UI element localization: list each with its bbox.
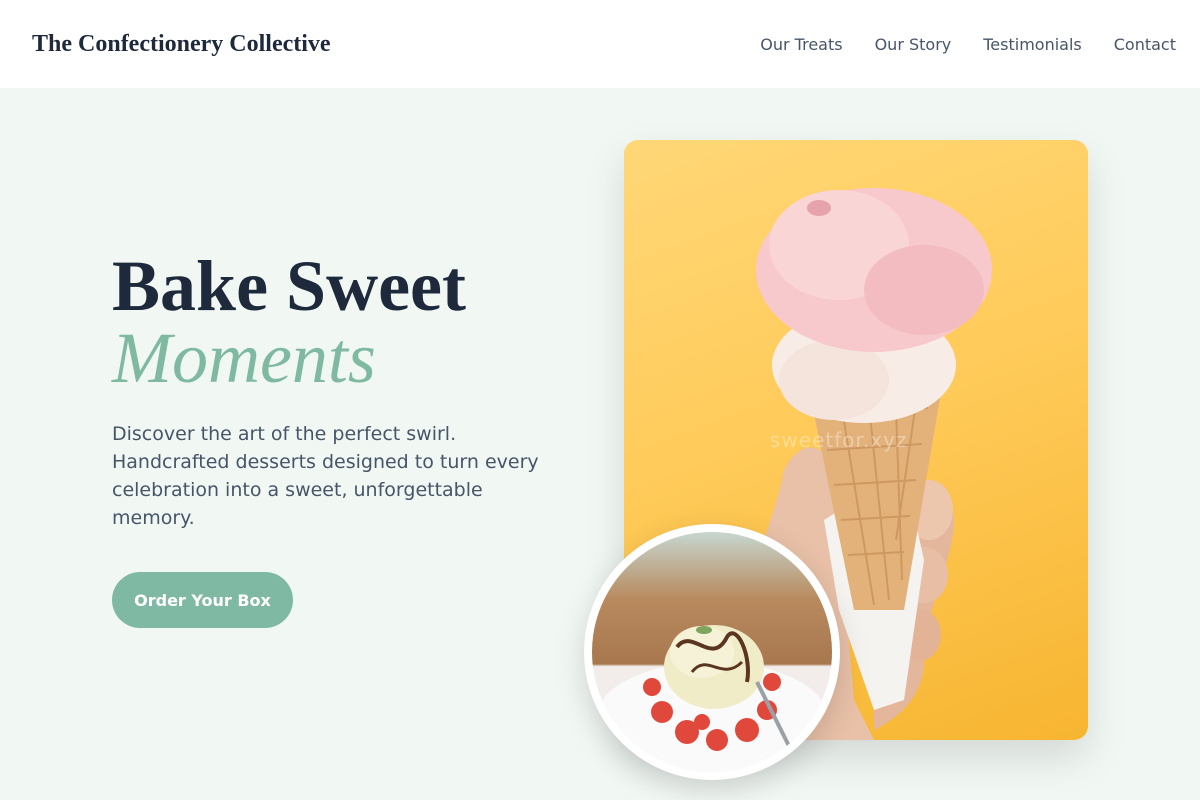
hero-title-line1: Bake Sweet xyxy=(112,246,466,326)
main-nav: Our Treats Our Story Testimonials Contac… xyxy=(760,35,1176,54)
order-box-button[interactable]: Order Your Box xyxy=(112,572,293,628)
site-header: The Confectionery Collective Our Treats … xyxy=(0,0,1200,88)
sundae-illustration xyxy=(597,625,827,772)
hero-description: Discover the art of the perfect swirl. H… xyxy=(112,423,539,529)
sundae-photo-frame xyxy=(584,524,840,780)
nav-link-testimonials[interactable]: Testimonials xyxy=(983,35,1082,54)
nav-link-our-story[interactable]: Our Story xyxy=(875,35,952,54)
nav-link-contact[interactable]: Contact xyxy=(1114,35,1176,54)
hero-title-line2: Moments xyxy=(112,318,376,398)
nav-link-our-treats[interactable]: Our Treats xyxy=(760,35,842,54)
sundae-photo xyxy=(592,532,832,772)
brand-logo[interactable]: The Confectionery Collective xyxy=(32,31,331,58)
photo-watermark: sweetfor.xyz xyxy=(770,428,908,452)
